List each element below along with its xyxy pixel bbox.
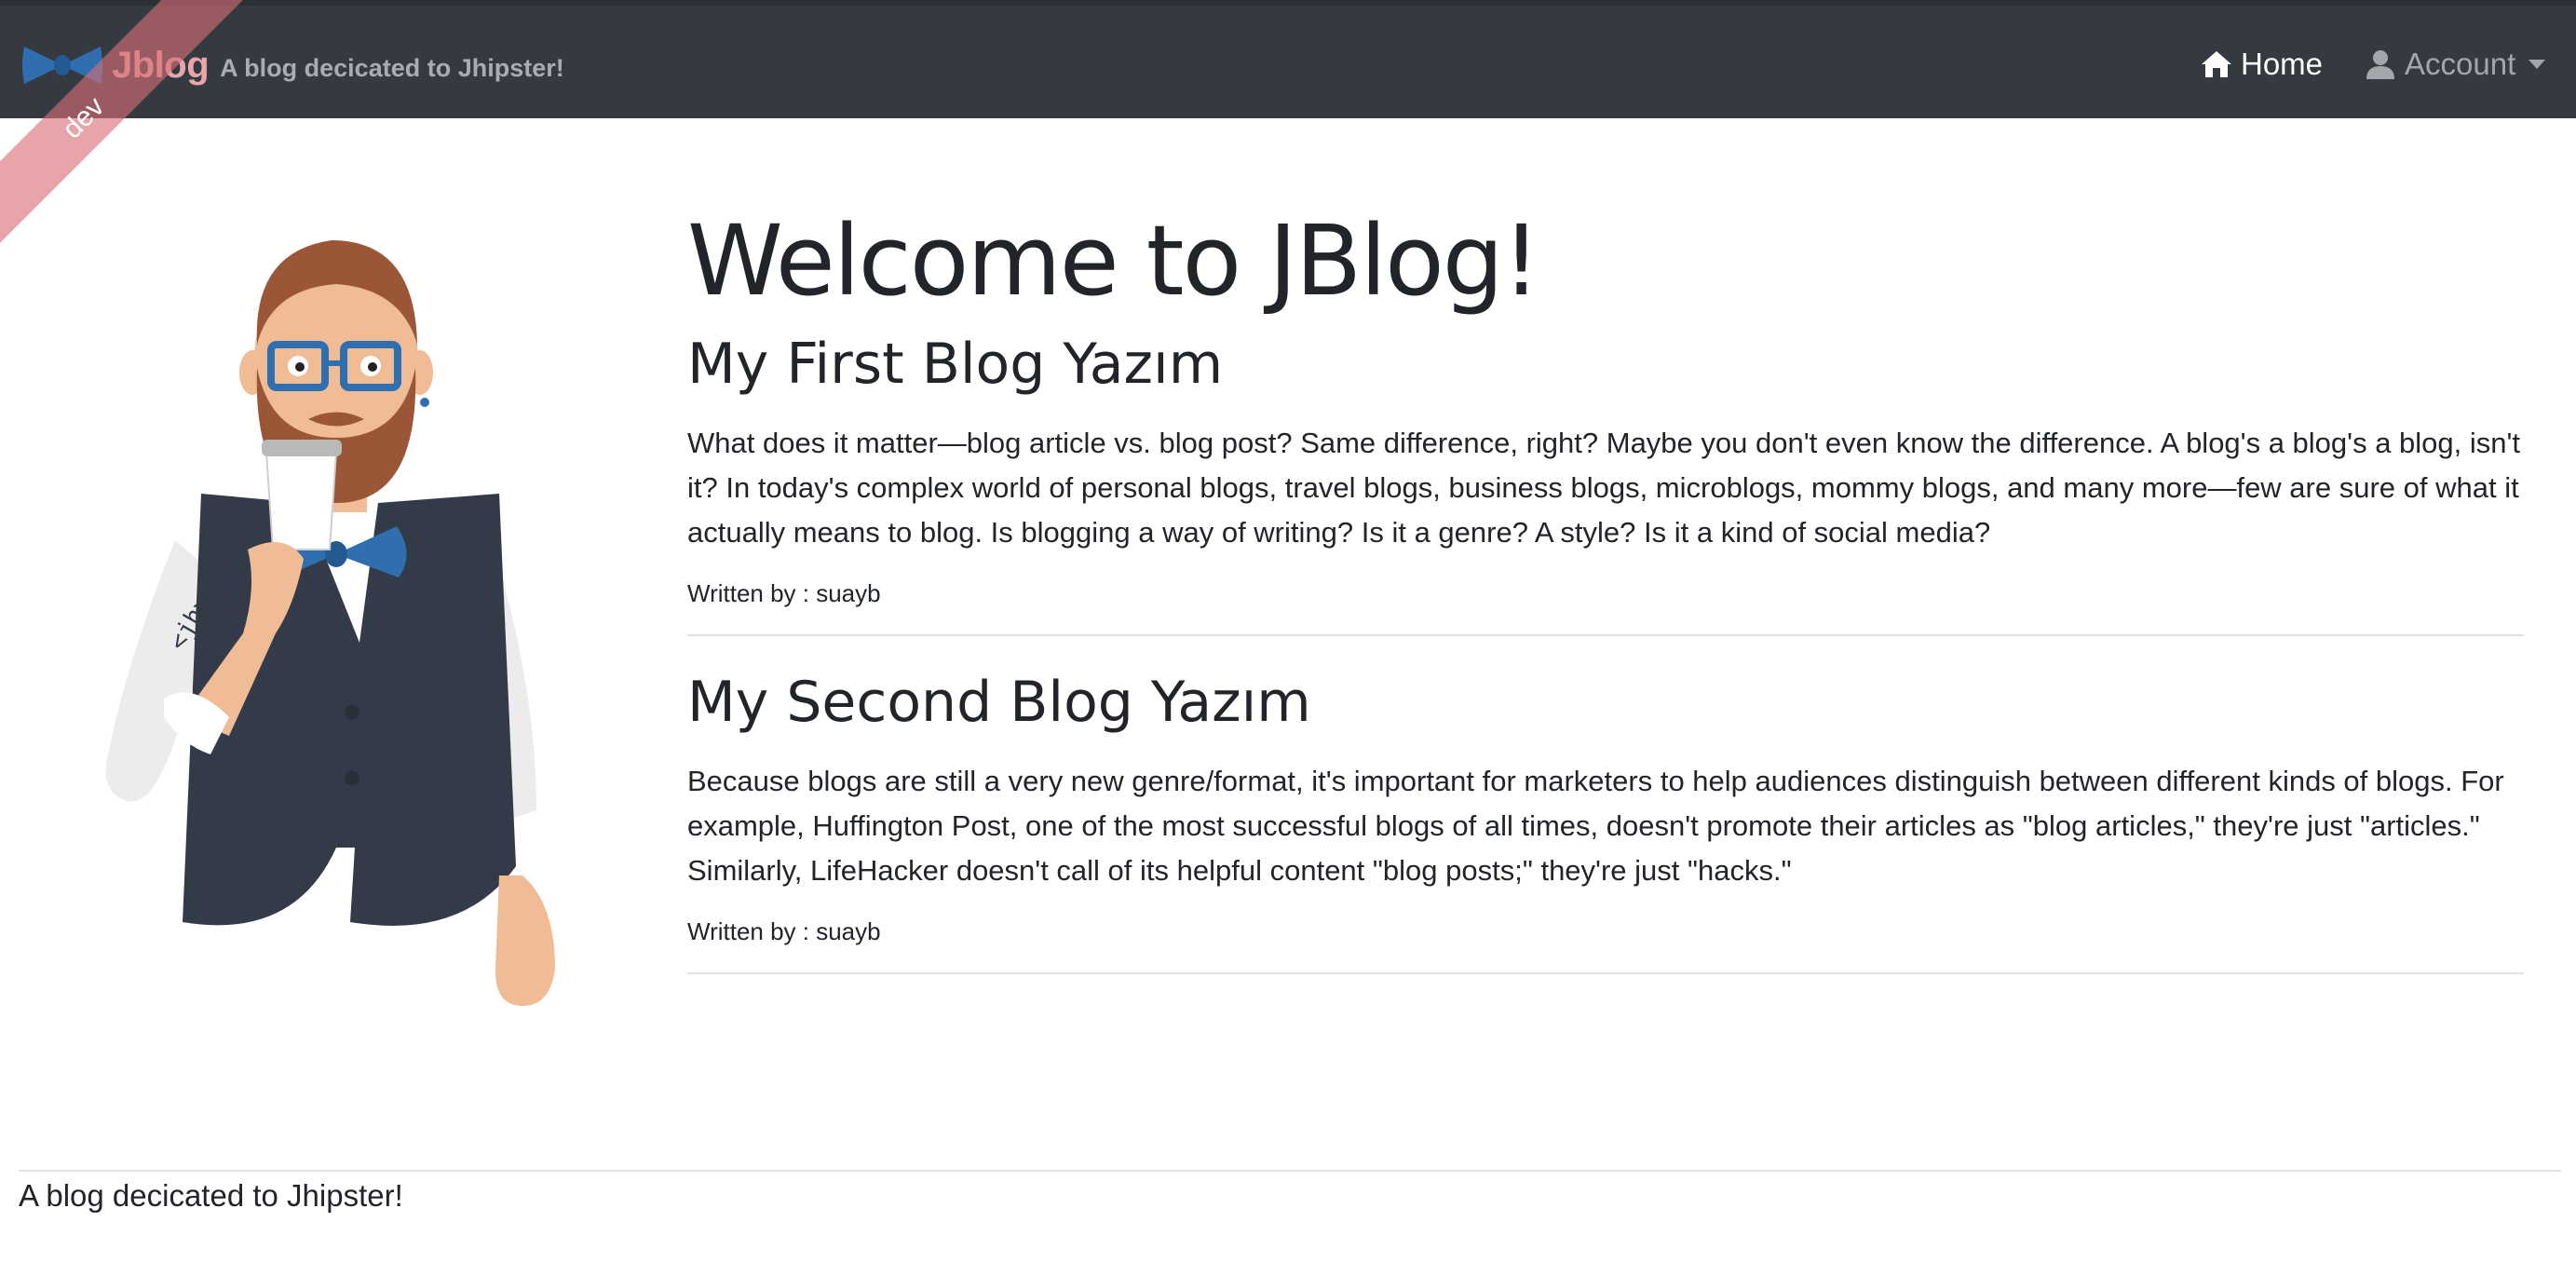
nav-account-dropdown[interactable]: Account	[2364, 47, 2546, 82]
nav-home-link[interactable]: Home	[2200, 47, 2323, 82]
post-content: What does it matter—blog article vs. blo…	[687, 427, 2521, 549]
post-content: Because blogs are still a very new genre…	[687, 765, 2504, 887]
footer-divider	[19, 1170, 2561, 1172]
bowtie-icon	[22, 47, 102, 84]
chevron-down-icon	[2529, 60, 2546, 69]
brand-name: Jblog	[112, 44, 210, 86]
blog-post: My First Blog Yazım What does it matter—…	[687, 326, 2524, 636]
home-icon	[2202, 51, 2231, 77]
footer-text: A blog decicated to Jhipster!	[19, 1178, 403, 1213]
post-author: Written by : suayb	[687, 579, 881, 607]
blog-post: My Second Blog Yazım Because blogs are s…	[687, 664, 2524, 974]
nav-home-label: Home	[2241, 47, 2324, 81]
post-author: Written by : suayb	[687, 917, 881, 945]
brand-link[interactable]: Jblog A blog decicated to Jhipster!	[20, 39, 564, 91]
post-title: My First Blog Yazım	[687, 332, 1224, 397]
user-icon	[2366, 50, 2394, 79]
post-title: My Second Blog Yazım	[687, 670, 1311, 735]
page-title: Welcome to JBlog!	[687, 204, 1541, 318]
brand-tagline: A blog decicated to Jhipster!	[220, 53, 564, 82]
top-navbar: Jblog A blog decicated to Jhipster! Home…	[0, 0, 2576, 118]
jhipster-mascot-illustration: <jh>	[105, 240, 555, 1006]
nav-account-label: Account	[2405, 47, 2516, 81]
main-content: Welcome to JBlog! My First Blog Yazım Wh…	[687, 196, 2524, 974]
